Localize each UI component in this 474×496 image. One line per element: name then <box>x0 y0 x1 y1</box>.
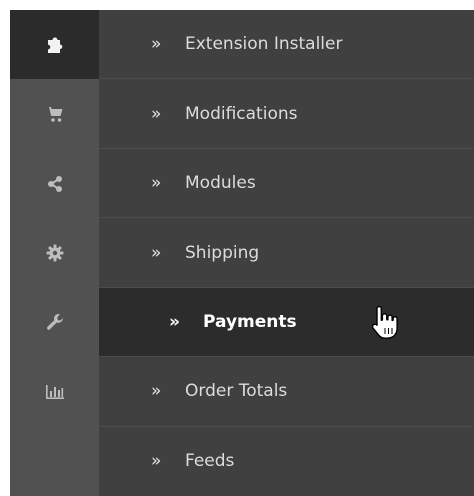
menu-item-label: Payments <box>203 311 297 332</box>
share-icon <box>47 175 62 192</box>
menu-item-extension-installer[interactable]: » Extension Installer <box>99 10 474 80</box>
chevron-double-right-icon: » <box>169 311 180 332</box>
bar-chart-icon <box>45 384 64 399</box>
sidebar-icon-settings[interactable] <box>10 218 99 287</box>
menu-item-label: Order Totals <box>185 381 288 402</box>
sidebar-icon-empty <box>10 427 99 496</box>
chevron-double-right-icon: » <box>151 34 162 55</box>
menu-item-order-totals[interactable]: » Order Totals <box>99 357 474 427</box>
sidebar-icon-sales[interactable] <box>10 79 99 148</box>
menu-item-feeds[interactable]: » Feeds <box>99 427 474 496</box>
menu-item-modifications[interactable]: » Modifications <box>99 79 474 149</box>
menu-item-label: Modifications <box>185 103 298 124</box>
menu-item-shipping[interactable]: » Shipping <box>99 218 474 288</box>
menu-item-label: Feeds <box>185 451 235 472</box>
chevron-double-right-icon: » <box>151 242 162 263</box>
hand-cursor-icon <box>371 305 398 339</box>
menu-item-modules[interactable]: » Modules <box>99 149 474 219</box>
sidebar-icon-marketing[interactable] <box>10 149 99 218</box>
cart-icon <box>45 107 62 122</box>
sidebar-icon-bar <box>10 10 99 496</box>
chevron-double-right-icon: » <box>151 451 162 472</box>
menu-item-payments[interactable]: » Payments <box>99 287 474 358</box>
wrench-icon <box>46 314 63 331</box>
admin-menu-frame: » Extension Installer » Modifications » … <box>10 10 474 496</box>
menu-item-label: Modules <box>185 173 256 194</box>
chevron-double-right-icon: » <box>151 173 162 194</box>
sidebar-icon-system[interactable] <box>10 288 99 357</box>
gear-icon <box>46 244 63 262</box>
extensions-submenu: » Extension Installer » Modifications » … <box>99 10 474 496</box>
chevron-double-right-icon: » <box>151 103 162 124</box>
menu-item-label: Extension Installer <box>185 34 343 55</box>
menu-item-label: Shipping <box>185 242 260 263</box>
sidebar-icon-reports[interactable] <box>10 357 99 426</box>
chevron-double-right-icon: » <box>151 381 162 402</box>
puzzle-icon <box>47 37 62 53</box>
sidebar-icon-extensions[interactable] <box>10 10 99 80</box>
